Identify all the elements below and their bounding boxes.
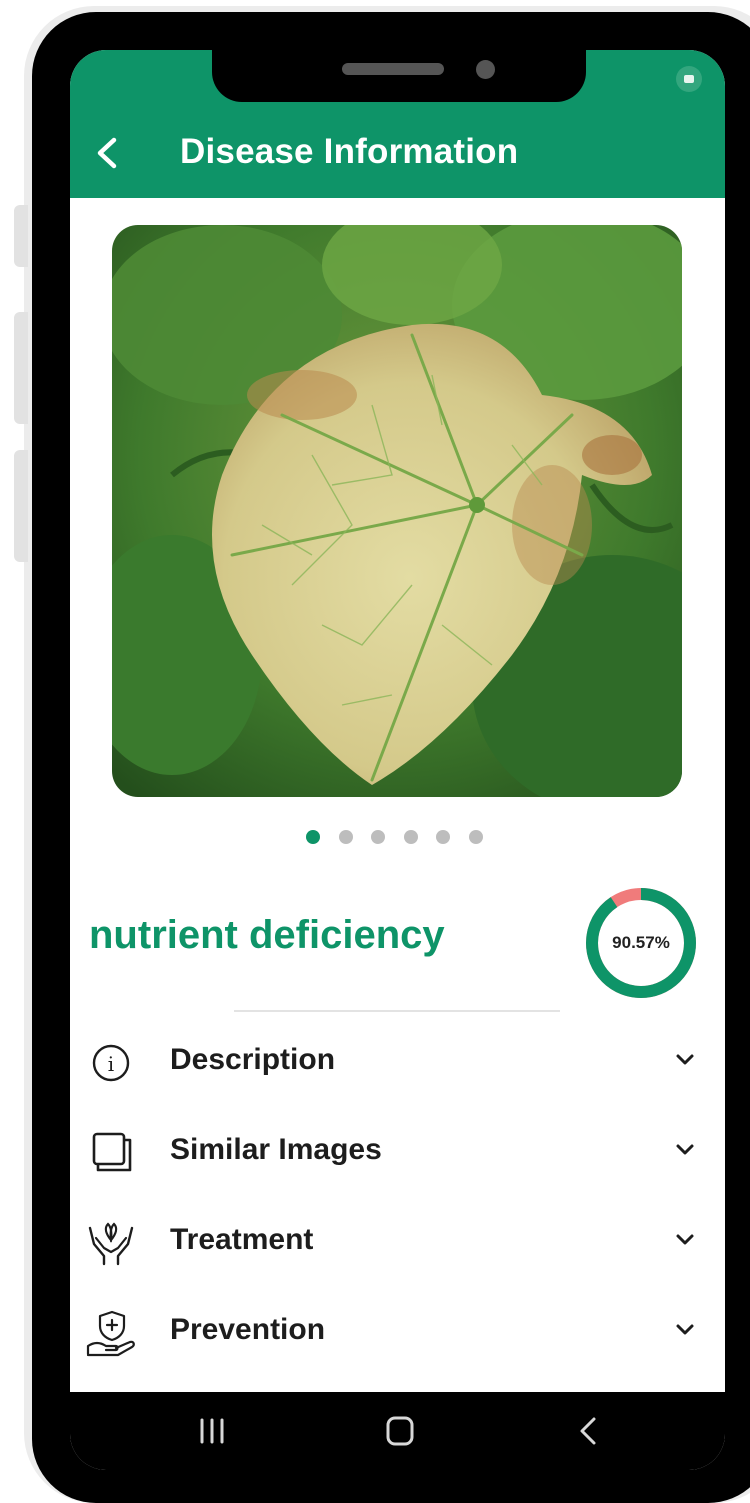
treatment-row[interactable]: Treatment	[70, 1200, 725, 1280]
pager-dot-active[interactable]	[306, 830, 320, 844]
prevention-label: Prevention	[170, 1313, 326, 1346]
image-pager[interactable]	[306, 830, 501, 846]
pager-dot[interactable]	[338, 830, 353, 844]
svg-text:i: i	[108, 1052, 114, 1076]
back-icon	[580, 1417, 596, 1445]
pager-dot[interactable]	[403, 830, 418, 844]
system-back-button[interactable]	[558, 1406, 618, 1456]
back-button[interactable]	[80, 128, 130, 178]
leaf-image	[112, 225, 682, 797]
home-button[interactable]	[370, 1406, 430, 1456]
pager-dot[interactable]	[371, 830, 385, 844]
recents-button[interactable]	[182, 1406, 242, 1456]
prevention-row[interactable]: Prevention	[70, 1290, 725, 1370]
speaker-grille	[342, 63, 444, 75]
confidence-value: 90.57%	[612, 933, 670, 952]
chevron-down-icon	[676, 1234, 694, 1245]
app-screen: Disease Information nutrient deficiency …	[70, 50, 725, 1470]
back-chevron-icon	[97, 137, 117, 169]
confidence-gauge: 90.57%	[584, 886, 698, 1000]
similar-images-row[interactable]: Similar Images	[70, 1110, 725, 1190]
front-camera	[476, 60, 495, 79]
disease-name: nutrient deficiency	[89, 913, 445, 957]
info-icon: i	[84, 1038, 138, 1088]
system-nav-bar	[70, 1392, 725, 1470]
description-label: Description	[170, 1043, 336, 1076]
device-volume-up-button	[14, 312, 28, 424]
pager-dot[interactable]	[468, 830, 483, 844]
treatment-label: Treatment	[170, 1223, 314, 1256]
shield-hand-icon	[84, 1308, 138, 1358]
chevron-down-icon	[676, 1324, 694, 1335]
disease-photo[interactable]	[112, 225, 682, 797]
page-title: Disease Information	[180, 132, 519, 171]
hands-plant-icon	[84, 1218, 138, 1268]
similar-images-label: Similar Images	[170, 1133, 382, 1166]
chevron-down-icon	[676, 1144, 694, 1155]
recents-icon	[200, 1418, 224, 1444]
chevron-down-icon	[676, 1054, 694, 1065]
pager-dot[interactable]	[436, 830, 450, 844]
device-volume-down-button	[14, 450, 28, 562]
device-notch	[212, 50, 586, 102]
images-stack-icon	[84, 1128, 138, 1178]
device-side-button	[14, 205, 28, 267]
description-row[interactable]: i Description	[70, 1020, 725, 1100]
section-divider	[234, 1010, 560, 1012]
camera-icon	[676, 66, 702, 92]
home-icon	[386, 1416, 414, 1446]
